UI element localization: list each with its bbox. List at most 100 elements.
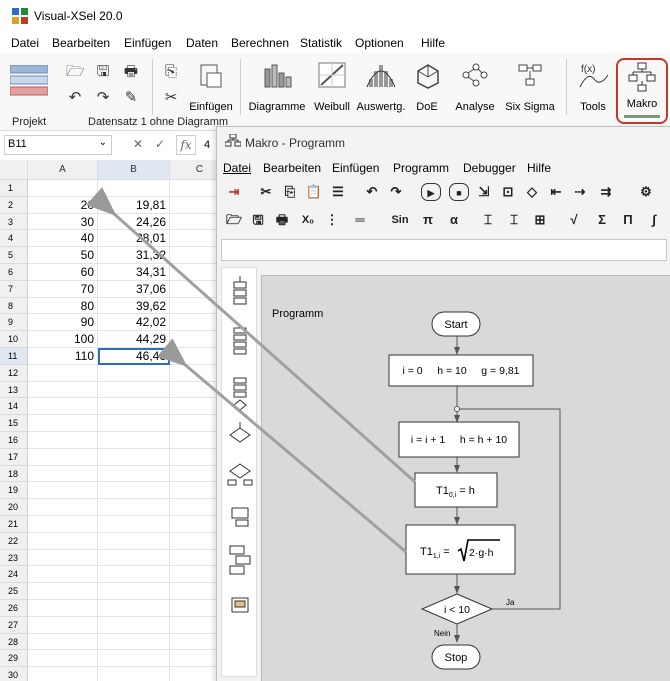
open-folder-icon[interactable]: 🗁 [225, 211, 243, 229]
weibull-button[interactable]: Weibull [310, 59, 354, 113]
row-header[interactable]: 18 [0, 465, 28, 483]
row-header[interactable]: 24 [0, 566, 28, 584]
cell-a[interactable]: 100 [28, 331, 98, 348]
run-icon[interactable]: ▶ [421, 183, 441, 201]
cell-a[interactable] [28, 448, 98, 466]
list-icon[interactable]: ⋮ [323, 211, 341, 229]
save-icon[interactable]: 🖫 [94, 63, 112, 81]
analyse-button[interactable]: Analyse [452, 59, 498, 113]
name-box[interactable]: B11 ⌄ [4, 135, 112, 155]
cell-a[interactable] [28, 532, 98, 550]
cell-a[interactable] [28, 364, 98, 382]
einfuegen-button[interactable]: Einfügen [188, 59, 234, 113]
row-header[interactable]: 7 [0, 280, 28, 298]
loop-icon[interactable]: ⌶ [479, 211, 497, 229]
cell-b[interactable] [98, 549, 170, 567]
cell-a[interactable] [28, 415, 98, 432]
doe-button[interactable]: DoE [410, 59, 444, 113]
confirm-icon[interactable]: ✓ [150, 135, 170, 155]
column-header-a[interactable]: A [28, 160, 98, 180]
cell-b[interactable] [98, 180, 170, 197]
cell-a[interactable]: 50 [28, 247, 98, 264]
cell-b[interactable] [98, 532, 170, 550]
row-header[interactable]: 9 [0, 314, 28, 332]
row-header[interactable]: 4 [0, 230, 28, 248]
row-header[interactable]: 28 [0, 633, 28, 651]
row-header[interactable]: 5 [0, 247, 28, 264]
cell-a[interactable] [28, 398, 98, 416]
decision-icon[interactable]: ◇ [523, 183, 541, 201]
cell-b[interactable]: 39,62 [98, 297, 170, 315]
debug-icon[interactable]: ⊡ [499, 183, 517, 201]
output-icon[interactable]: ⇢ [571, 183, 589, 201]
menu-bearbeiten[interactable]: Bearbeiten [52, 36, 110, 50]
row-header[interactable]: 20 [0, 499, 28, 516]
cell-a[interactable] [28, 566, 98, 584]
copy-icon[interactable]: ⎘ [162, 63, 180, 81]
cell-b[interactable] [98, 650, 170, 668]
menu-optionen[interactable]: Optionen [355, 36, 404, 50]
cell-a[interactable]: 30 [28, 213, 98, 231]
cell-b[interactable] [98, 600, 170, 617]
row-header[interactable]: 13 [0, 381, 28, 399]
cancel-icon[interactable]: ✕ [128, 135, 148, 155]
cell-b[interactable]: 34,31 [98, 264, 170, 281]
product-button[interactable]: Π [619, 211, 637, 229]
cell-b[interactable] [98, 432, 170, 449]
cell-b[interactable]: 44,29 [98, 331, 170, 348]
cell-b[interactable]: 24,26 [98, 213, 170, 231]
macro-menu-einfuegen[interactable]: Einfügen [332, 161, 379, 175]
input-icon[interactable]: ⇤ [547, 183, 565, 201]
cell-a[interactable] [28, 616, 98, 634]
copy-icon[interactable]: ⎘ [281, 183, 299, 201]
redo-icon[interactable]: ↷ [94, 89, 112, 107]
cell-b[interactable]: 19,81 [98, 196, 170, 214]
cell-a[interactable] [28, 465, 98, 483]
makro-button[interactable]: Makro [616, 58, 668, 124]
cell-a[interactable] [28, 499, 98, 516]
six-sigma-button[interactable]: Six Sigma [502, 59, 558, 113]
subroutine-icon[interactable]: ⊞ [531, 211, 549, 229]
row-header[interactable]: 1 [0, 180, 28, 197]
cell-a[interactable]: 60 [28, 264, 98, 281]
program-canvas[interactable]: Programm [261, 275, 670, 681]
row-header[interactable]: 3 [0, 213, 28, 231]
print-icon[interactable]: 🖶 [273, 211, 291, 229]
cut-icon[interactable]: ✂ [162, 89, 180, 107]
row-header[interactable]: 23 [0, 549, 28, 567]
row-header[interactable]: 25 [0, 583, 28, 600]
cell-a[interactable] [28, 600, 98, 617]
cell-b[interactable] [98, 448, 170, 466]
subscript-icon[interactable]: X₀ [299, 211, 317, 229]
menu-einfuegen[interactable]: Einfügen [124, 36, 171, 50]
cell-a[interactable] [28, 516, 98, 533]
cell-a[interactable] [28, 482, 98, 500]
cell-a[interactable] [28, 667, 98, 681]
exit-icon[interactable]: ⇥ [225, 183, 243, 201]
row-header[interactable]: 21 [0, 516, 28, 533]
row-header[interactable]: 11 [0, 348, 28, 365]
macro-menu-datei[interactable]: Datei [223, 161, 251, 175]
array-icon[interactable]: ⇉ [597, 183, 615, 201]
stop-icon[interactable]: ■ [449, 183, 469, 201]
row-header[interactable]: 29 [0, 650, 28, 668]
row-header[interactable]: 15 [0, 415, 28, 432]
cell-b[interactable]: 28,01 [98, 230, 170, 248]
structure-icon[interactable]: ⚙ [637, 183, 655, 201]
integral-button[interactable]: ∫ [645, 211, 663, 229]
column-header-b[interactable]: B [98, 160, 170, 180]
macro-menu-hilfe[interactable]: Hilfe [527, 161, 551, 175]
row-header[interactable]: 22 [0, 532, 28, 550]
cell-b[interactable] [98, 415, 170, 432]
cell-b[interactable] [98, 364, 170, 382]
row-header[interactable]: 19 [0, 482, 28, 500]
undo-icon[interactable]: ↶ [363, 183, 381, 201]
diagramme-button[interactable]: Diagramme [248, 59, 306, 113]
cell-b[interactable]: 37,06 [98, 280, 170, 298]
function-icon[interactable]: fx [176, 135, 196, 155]
cell-a[interactable] [28, 180, 98, 197]
cell-a[interactable]: 20 [28, 196, 98, 214]
alpha-button[interactable]: α [445, 211, 463, 229]
tools-button[interactable]: f(x) Tools [572, 59, 614, 113]
macro-menu-programm[interactable]: Programm [393, 161, 449, 175]
